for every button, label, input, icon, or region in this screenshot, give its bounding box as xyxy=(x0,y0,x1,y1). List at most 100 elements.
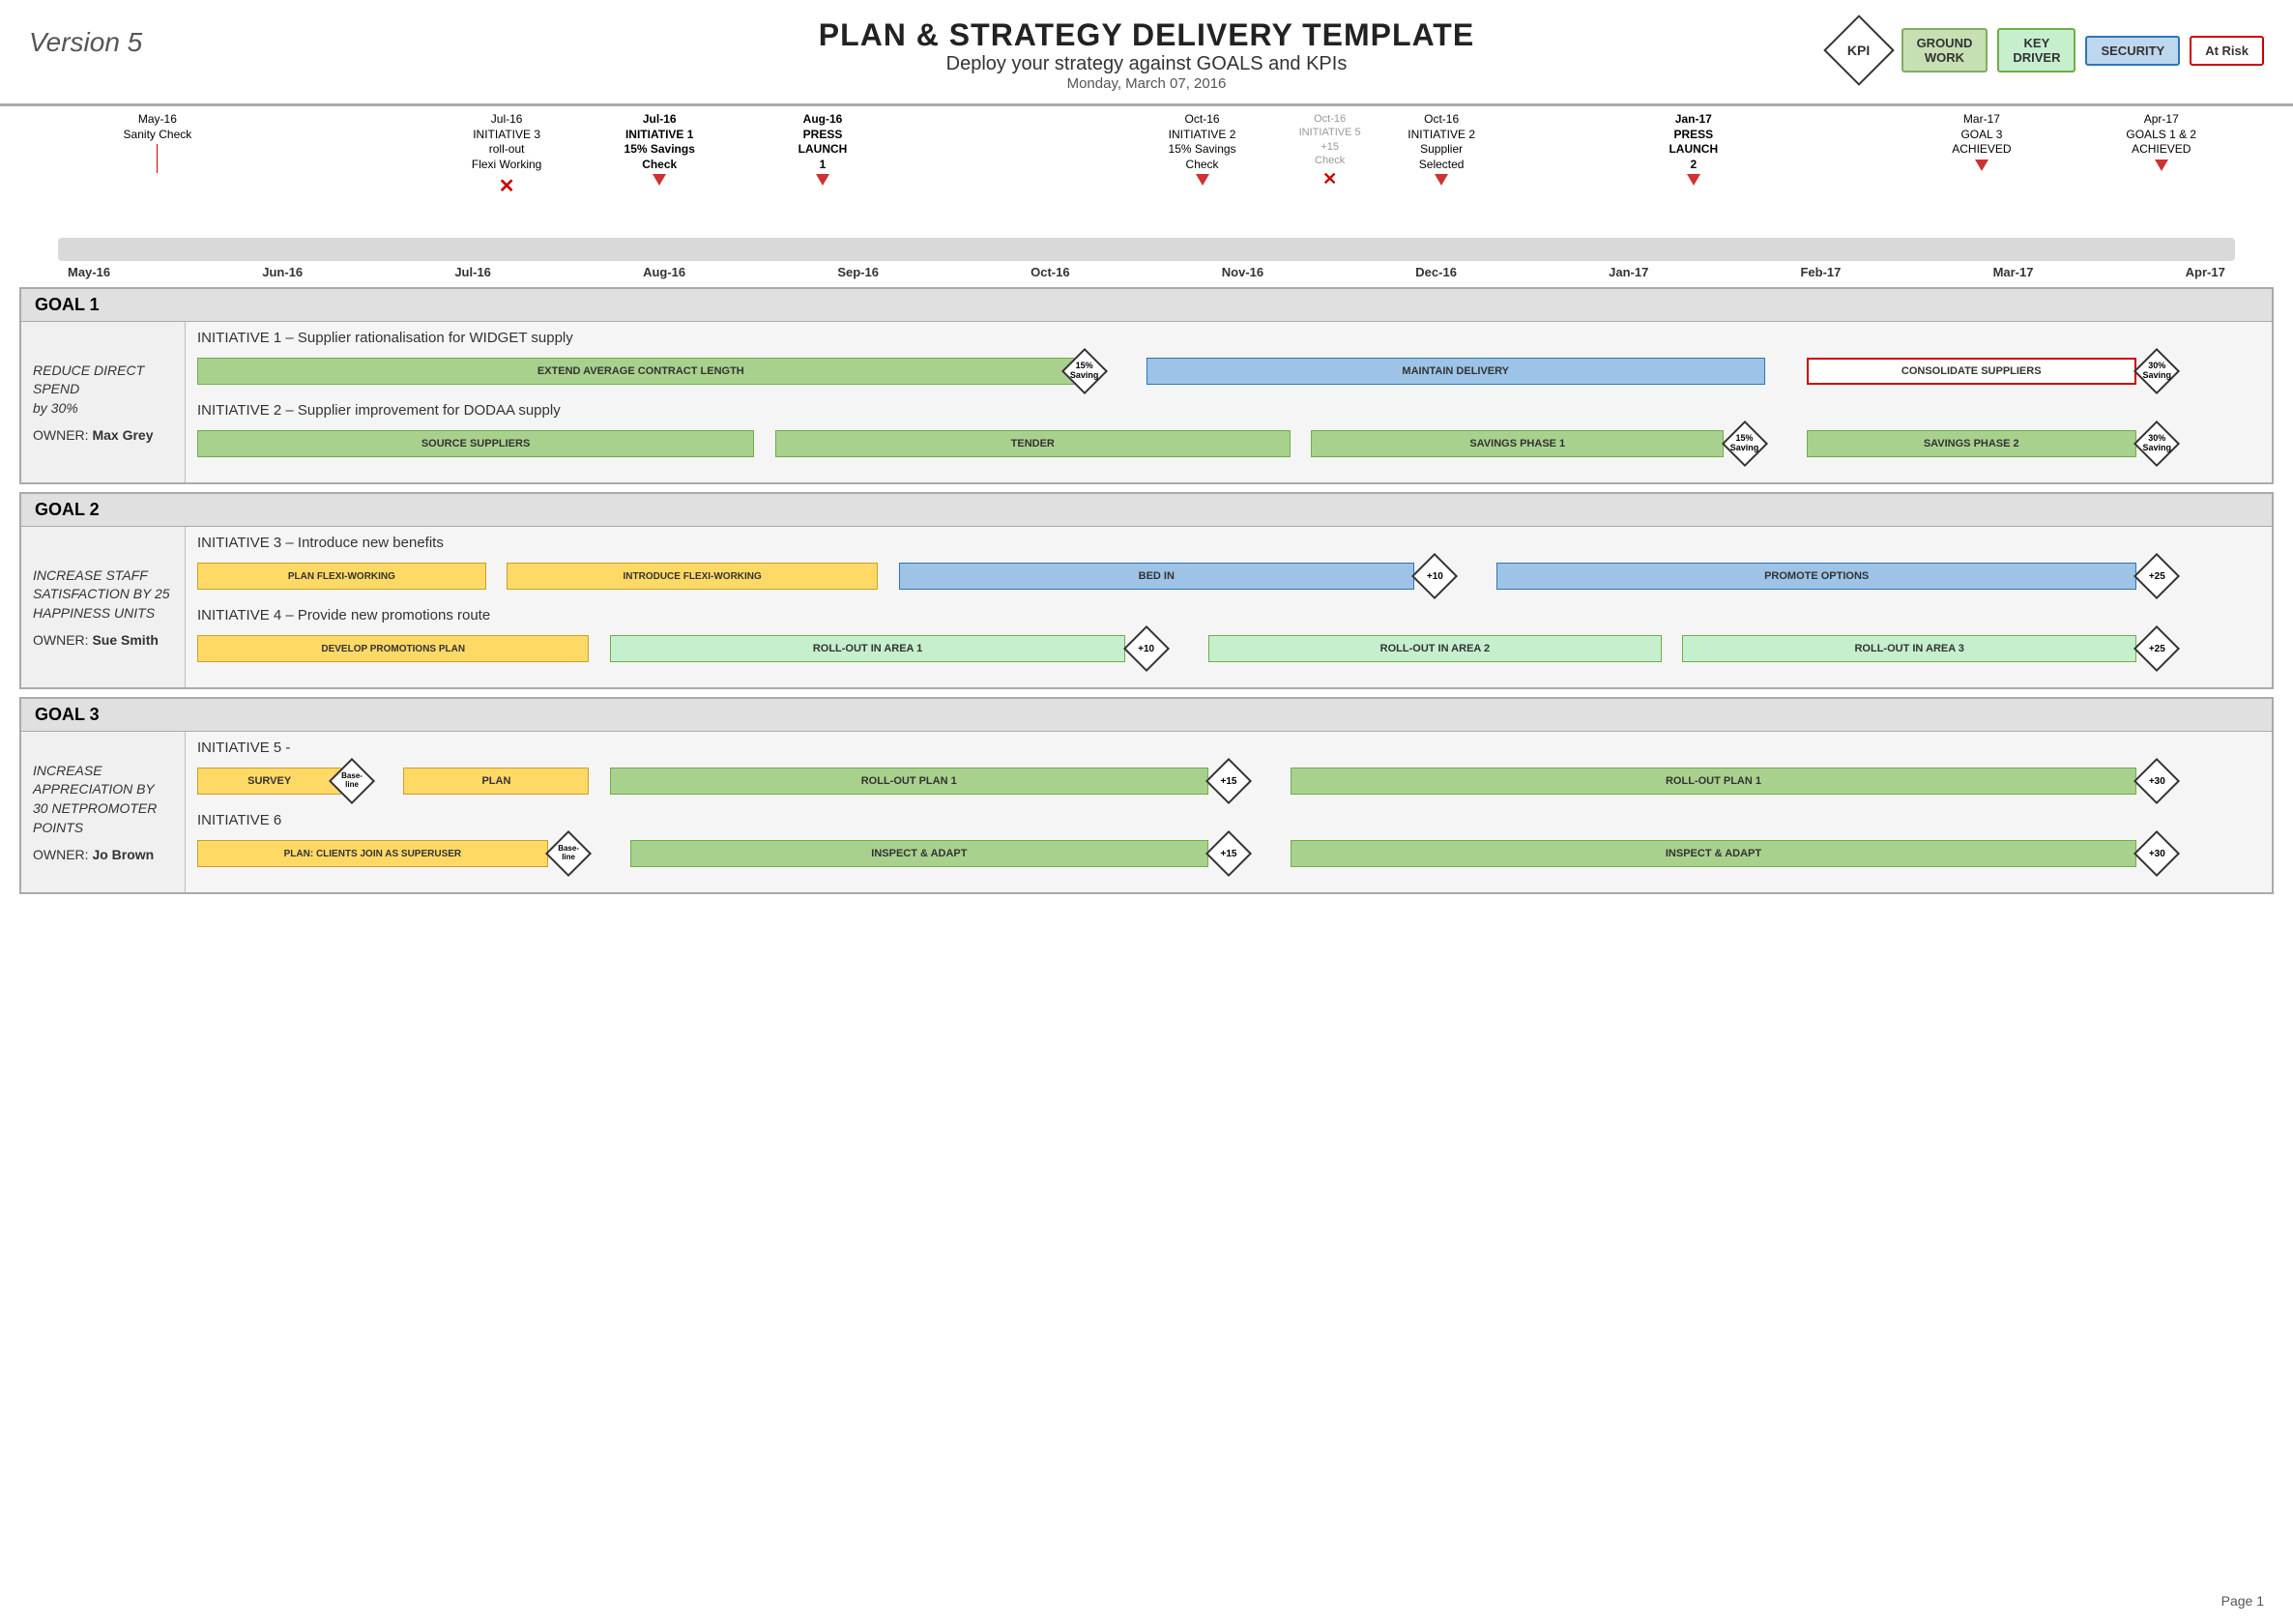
header: Version 5 PLAN & STRATEGY DELIVERY TEMPL… xyxy=(0,0,2293,98)
diamond-plus15-init6: +15 xyxy=(1207,836,1250,871)
initiative4-title: INITIATIVE 4 – Provide new promotions ro… xyxy=(197,607,2260,624)
initiative1-block: INITIATIVE 1 – Supplier rationalisation … xyxy=(197,330,2260,391)
bar-tender: TENDER xyxy=(775,430,1292,457)
legend-keydriver: KEY DRIVER xyxy=(1997,28,2075,72)
month-feb17: Feb-17 xyxy=(1800,265,1841,279)
bar-savings-phase1: SAVINGS PHASE 1 xyxy=(1311,430,1724,457)
bar-plan-init5: PLAN xyxy=(403,768,589,795)
milestone-press-launch-2: Jan-17PRESSLAUNCH2 xyxy=(1669,112,1718,186)
month-mar17: Mar-17 xyxy=(1993,265,2034,279)
page-footer: Page 1 xyxy=(2221,1593,2264,1609)
month-jan17: Jan-17 xyxy=(1609,265,1648,279)
legend-groundwork: GROUND WORK xyxy=(1901,28,1988,72)
month-oct16: Oct-16 xyxy=(1030,265,1069,279)
milestone-init2-savings: Oct-16INITIATIVE 215% SavingsCheck xyxy=(1169,112,1236,186)
bar-plan-clients: PLAN: CLIENTS JOIN AS SUPERUSER xyxy=(197,840,548,867)
month-jul16: Jul-16 xyxy=(454,265,491,279)
initiative6-title: INITIATIVE 6 xyxy=(197,812,2260,828)
bar-rollout-plan1-init5: ROLL-OUT PLAN 1 xyxy=(610,768,1208,795)
milestones-area: May-16Sanity Check Jul-16INITIATIVE 3rol… xyxy=(58,112,2235,238)
version-label: Version 5 xyxy=(29,27,142,58)
header-divider xyxy=(0,103,2293,106)
initiative4-block: INITIATIVE 4 – Provide new promotions ro… xyxy=(197,607,2260,668)
bar-rollout-area2: ROLL-OUT IN AREA 2 xyxy=(1208,635,1662,662)
diamond-baseline-init5: Base-line xyxy=(331,764,373,798)
bar-survey: SURVEY xyxy=(197,768,341,795)
month-apr17: Apr-17 xyxy=(2186,265,2225,279)
initiative2-gantt: SOURCE SUPPLIERS TENDER SAVINGS PHASE 1 … xyxy=(197,424,2260,463)
milestone-sanity-check: May-16Sanity Check xyxy=(124,112,192,173)
month-jun16: Jun-16 xyxy=(262,265,303,279)
diamond-15-saving-init1: 15%Saving xyxy=(1063,354,1106,389)
kpi-diamond-container: KPI xyxy=(1826,17,1892,83)
diamond-plus10-init3: +10 xyxy=(1413,559,1456,594)
bar-consolidate-suppliers: CONSOLIDATE SUPPLIERS xyxy=(1807,358,2136,385)
goal2-sidebar-owner: OWNER: Sue Smith xyxy=(33,632,173,648)
diamond-plus10-init4: +10 xyxy=(1125,631,1168,666)
initiative5-title: INITIATIVE 5 - xyxy=(197,740,2260,756)
bar-source-suppliers: SOURCE SUPPLIERS xyxy=(197,430,754,457)
month-sep16: Sep-16 xyxy=(837,265,879,279)
milestone-init5-check: Oct-16INITIATIVE 5+15Check ✕ xyxy=(1299,112,1361,189)
month-aug16: Aug-16 xyxy=(643,265,685,279)
diamond-plus25-init4: +25 xyxy=(2135,631,2178,666)
goal3-sidebar-main: INCREASEAPPRECIATION BY30 NETPROMOTERPOI… xyxy=(33,762,173,837)
legend-atrisk: At Risk xyxy=(2190,36,2264,66)
month-dec16: Dec-16 xyxy=(1415,265,1457,279)
diamond-plus30-init5: +30 xyxy=(2135,764,2178,798)
bar-rollout-area1: ROLL-OUT IN AREA 1 xyxy=(610,635,1126,662)
bar-plan-flexi: PLAN FLEXI-WORKING xyxy=(197,563,486,590)
initiative3-title: INITIATIVE 3 – Introduce new benefits xyxy=(197,535,2260,551)
goal2-initiatives: INITIATIVE 3 – Introduce new benefits PL… xyxy=(186,527,2272,687)
initiative1-title: INITIATIVE 1 – Supplier rationalisation … xyxy=(197,330,2260,346)
goal3-section: GOAL 3 INCREASEAPPRECIATION BY30 NETPROM… xyxy=(19,697,2274,894)
initiative4-gantt: DEVELOP PROMOTIONS PLAN ROLL-OUT IN AREA… xyxy=(197,629,2260,668)
bar-promote-options: PROMOTE OPTIONS xyxy=(1496,563,2136,590)
milestone-init3-rollout: Jul-16INITIATIVE 3roll-outFlexi Working … xyxy=(472,112,541,198)
diamond-baseline-init6: Base-line xyxy=(547,836,590,871)
initiative6-gantt: PLAN: CLIENTS JOIN AS SUPERUSER Base-lin… xyxy=(197,834,2260,873)
goal2-content: INCREASE STAFFSATISFACTION BY 25HAPPINES… xyxy=(21,527,2272,687)
goal1-sidebar: REDUCE DIRECTSPENDby 30% OWNER: Max Grey xyxy=(21,322,186,482)
milestone-init1-savings: Jul-16INITIATIVE 115% SavingsCheck xyxy=(624,112,695,186)
initiative2-block: INITIATIVE 2 – Supplier improvement for … xyxy=(197,402,2260,463)
initiative1-gantt: EXTEND AVERAGE CONTRACT LENGTH 15%Saving… xyxy=(197,352,2260,391)
initiative2-title: INITIATIVE 2 – Supplier improvement for … xyxy=(197,402,2260,419)
goal2-sidebar-main: INCREASE STAFFSATISFACTION BY 25HAPPINES… xyxy=(33,566,173,624)
goal3-sidebar-owner: OWNER: Jo Brown xyxy=(33,847,173,862)
legend-security: SECURITY xyxy=(2085,36,2180,66)
goal1-sidebar-owner: OWNER: Max Grey xyxy=(33,427,173,443)
goal3-sidebar: INCREASEAPPRECIATION BY30 NETPROMOTERPOI… xyxy=(21,732,186,892)
bar-develop-promotions: DEVELOP PROMOTIONS PLAN xyxy=(197,635,589,662)
kpi-label: KPI xyxy=(1847,43,1870,58)
bar-rollout-plan1b-init5: ROLL-OUT PLAN 1 xyxy=(1291,768,2136,795)
milestone-goals12-achieved: Apr-17GOALS 1 & 2ACHIEVED xyxy=(2126,112,2196,171)
goal3-content: INCREASEAPPRECIATION BY30 NETPROMOTERPOI… xyxy=(21,732,2272,892)
timeline-months: May-16 Jun-16 Jul-16 Aug-16 Sep-16 Oct-1… xyxy=(58,261,2235,279)
timeline-bar xyxy=(58,238,2235,261)
diamond-30-saving-init1: 30%Saving xyxy=(2135,354,2178,389)
goal1-section: GOAL 1 REDUCE DIRECTSPENDby 30% OWNER: M… xyxy=(19,287,2274,484)
initiative6-block: INITIATIVE 6 PLAN: CLIENTS JOIN AS SUPER… xyxy=(197,812,2260,873)
bar-introduce-flexi: INTRODUCE FLEXI-WORKING xyxy=(507,563,878,590)
month-may16: May-16 xyxy=(68,265,110,279)
milestone-init2-supplier: Oct-16INITIATIVE 2SupplierSelected xyxy=(1408,112,1475,186)
goal3-header: GOAL 3 xyxy=(21,699,2272,732)
diamond-plus25-init3: +25 xyxy=(2135,559,2178,594)
diamond-plus15-init5: +15 xyxy=(1207,764,1250,798)
goal2-section: GOAL 2 INCREASE STAFFSATISFACTION BY 25H… xyxy=(19,492,2274,689)
bar-inspect-adapt-init6: INSPECT & ADAPT xyxy=(630,840,1208,867)
goal1-header: GOAL 1 xyxy=(21,289,2272,322)
initiative3-block: INITIATIVE 3 – Introduce new benefits PL… xyxy=(197,535,2260,595)
legend-area: KPI GROUND WORK KEY DRIVER SECURITY At R… xyxy=(1826,17,2264,83)
month-nov16: Nov-16 xyxy=(1222,265,1263,279)
goal2-sidebar: INCREASE STAFFSATISFACTION BY 25HAPPINES… xyxy=(21,527,186,687)
bar-inspect-adapt2-init6: INSPECT & ADAPT xyxy=(1291,840,2136,867)
initiative3-gantt: PLAN FLEXI-WORKING INTRODUCE FLEXI-WORKI… xyxy=(197,557,2260,595)
bar-maintain-delivery: MAINTAIN DELIVERY xyxy=(1146,358,1765,385)
goal3-initiatives: INITIATIVE 5 - SURVEY Base-line PLAN ROL… xyxy=(186,732,2272,892)
diamond-plus30-init6: +30 xyxy=(2135,836,2178,871)
milestone-press-launch-1: Aug-16PRESSLAUNCH1 xyxy=(798,112,848,186)
milestone-goal3-achieved: Mar-17GOAL 3ACHIEVED xyxy=(1952,112,2011,171)
bar-bed-in: BED IN xyxy=(899,563,1415,590)
